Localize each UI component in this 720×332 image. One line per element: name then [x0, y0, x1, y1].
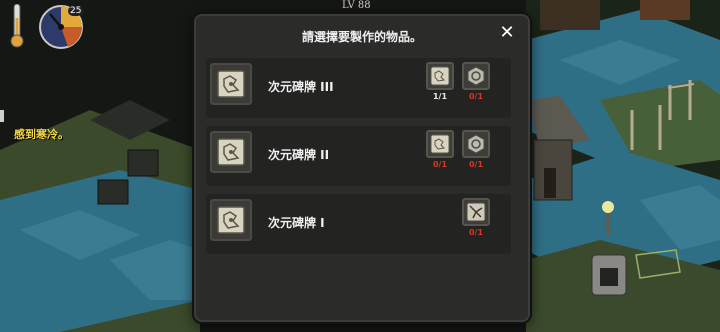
- ingredient-count: 0/1: [432, 160, 448, 169]
- ingredient-count: 0/1: [468, 160, 484, 169]
- dialog-title: 請選擇要製作的物品。: [301, 30, 422, 44]
- tablet-fragment-icon: [426, 130, 454, 158]
- dimension-tablet-icon: [210, 63, 252, 105]
- crafting-dialog: 請選擇要製作的物品。 ✕ 次元碑牌 III 1/1 0/1 次元碑牌 II 0/…: [194, 14, 530, 322]
- ingredient-count: 0/1: [468, 92, 484, 101]
- cracked-stone-icon: [462, 198, 490, 226]
- status-message: 感到寒冷。: [14, 128, 69, 141]
- hexagon-core-icon: [462, 130, 490, 158]
- level-indicator: LV 88: [342, 0, 371, 11]
- hexagon-core-icon: [462, 62, 490, 90]
- ingredient-slot[interactable]: 0/1: [424, 130, 456, 169]
- thermometer-icon: [10, 3, 24, 48]
- ingredient-count: 1/1: [432, 92, 448, 101]
- dimension-tablet-icon: [210, 199, 252, 241]
- ingredient-count: 0/1: [468, 228, 484, 237]
- ingredient-slot[interactable]: 0/1: [460, 62, 492, 101]
- recipe-row[interactable]: 次元碑牌 I 0/1: [206, 194, 511, 254]
- day-clock-icon: 25: [38, 4, 84, 50]
- recipe-name: 次元碑牌 I: [268, 216, 325, 230]
- recipe-name: 次元碑牌 II: [268, 148, 330, 162]
- ingredient-slot[interactable]: 0/1: [460, 130, 492, 169]
- recipe-row[interactable]: 次元碑牌 III 1/1 0/1: [206, 58, 511, 118]
- recipe-row[interactable]: 次元碑牌 II 0/1 0/1: [206, 126, 511, 186]
- side-edge-marker: [0, 110, 4, 122]
- close-button[interactable]: ✕: [498, 24, 516, 42]
- ingredient-slot[interactable]: 0/1: [460, 198, 492, 237]
- tablet-fragment-icon: [426, 62, 454, 90]
- clock-label: 25: [68, 6, 84, 16]
- ingredient-slot[interactable]: 1/1: [424, 62, 456, 101]
- recipe-name: 次元碑牌 III: [268, 80, 334, 94]
- dimension-tablet-icon: [210, 131, 252, 173]
